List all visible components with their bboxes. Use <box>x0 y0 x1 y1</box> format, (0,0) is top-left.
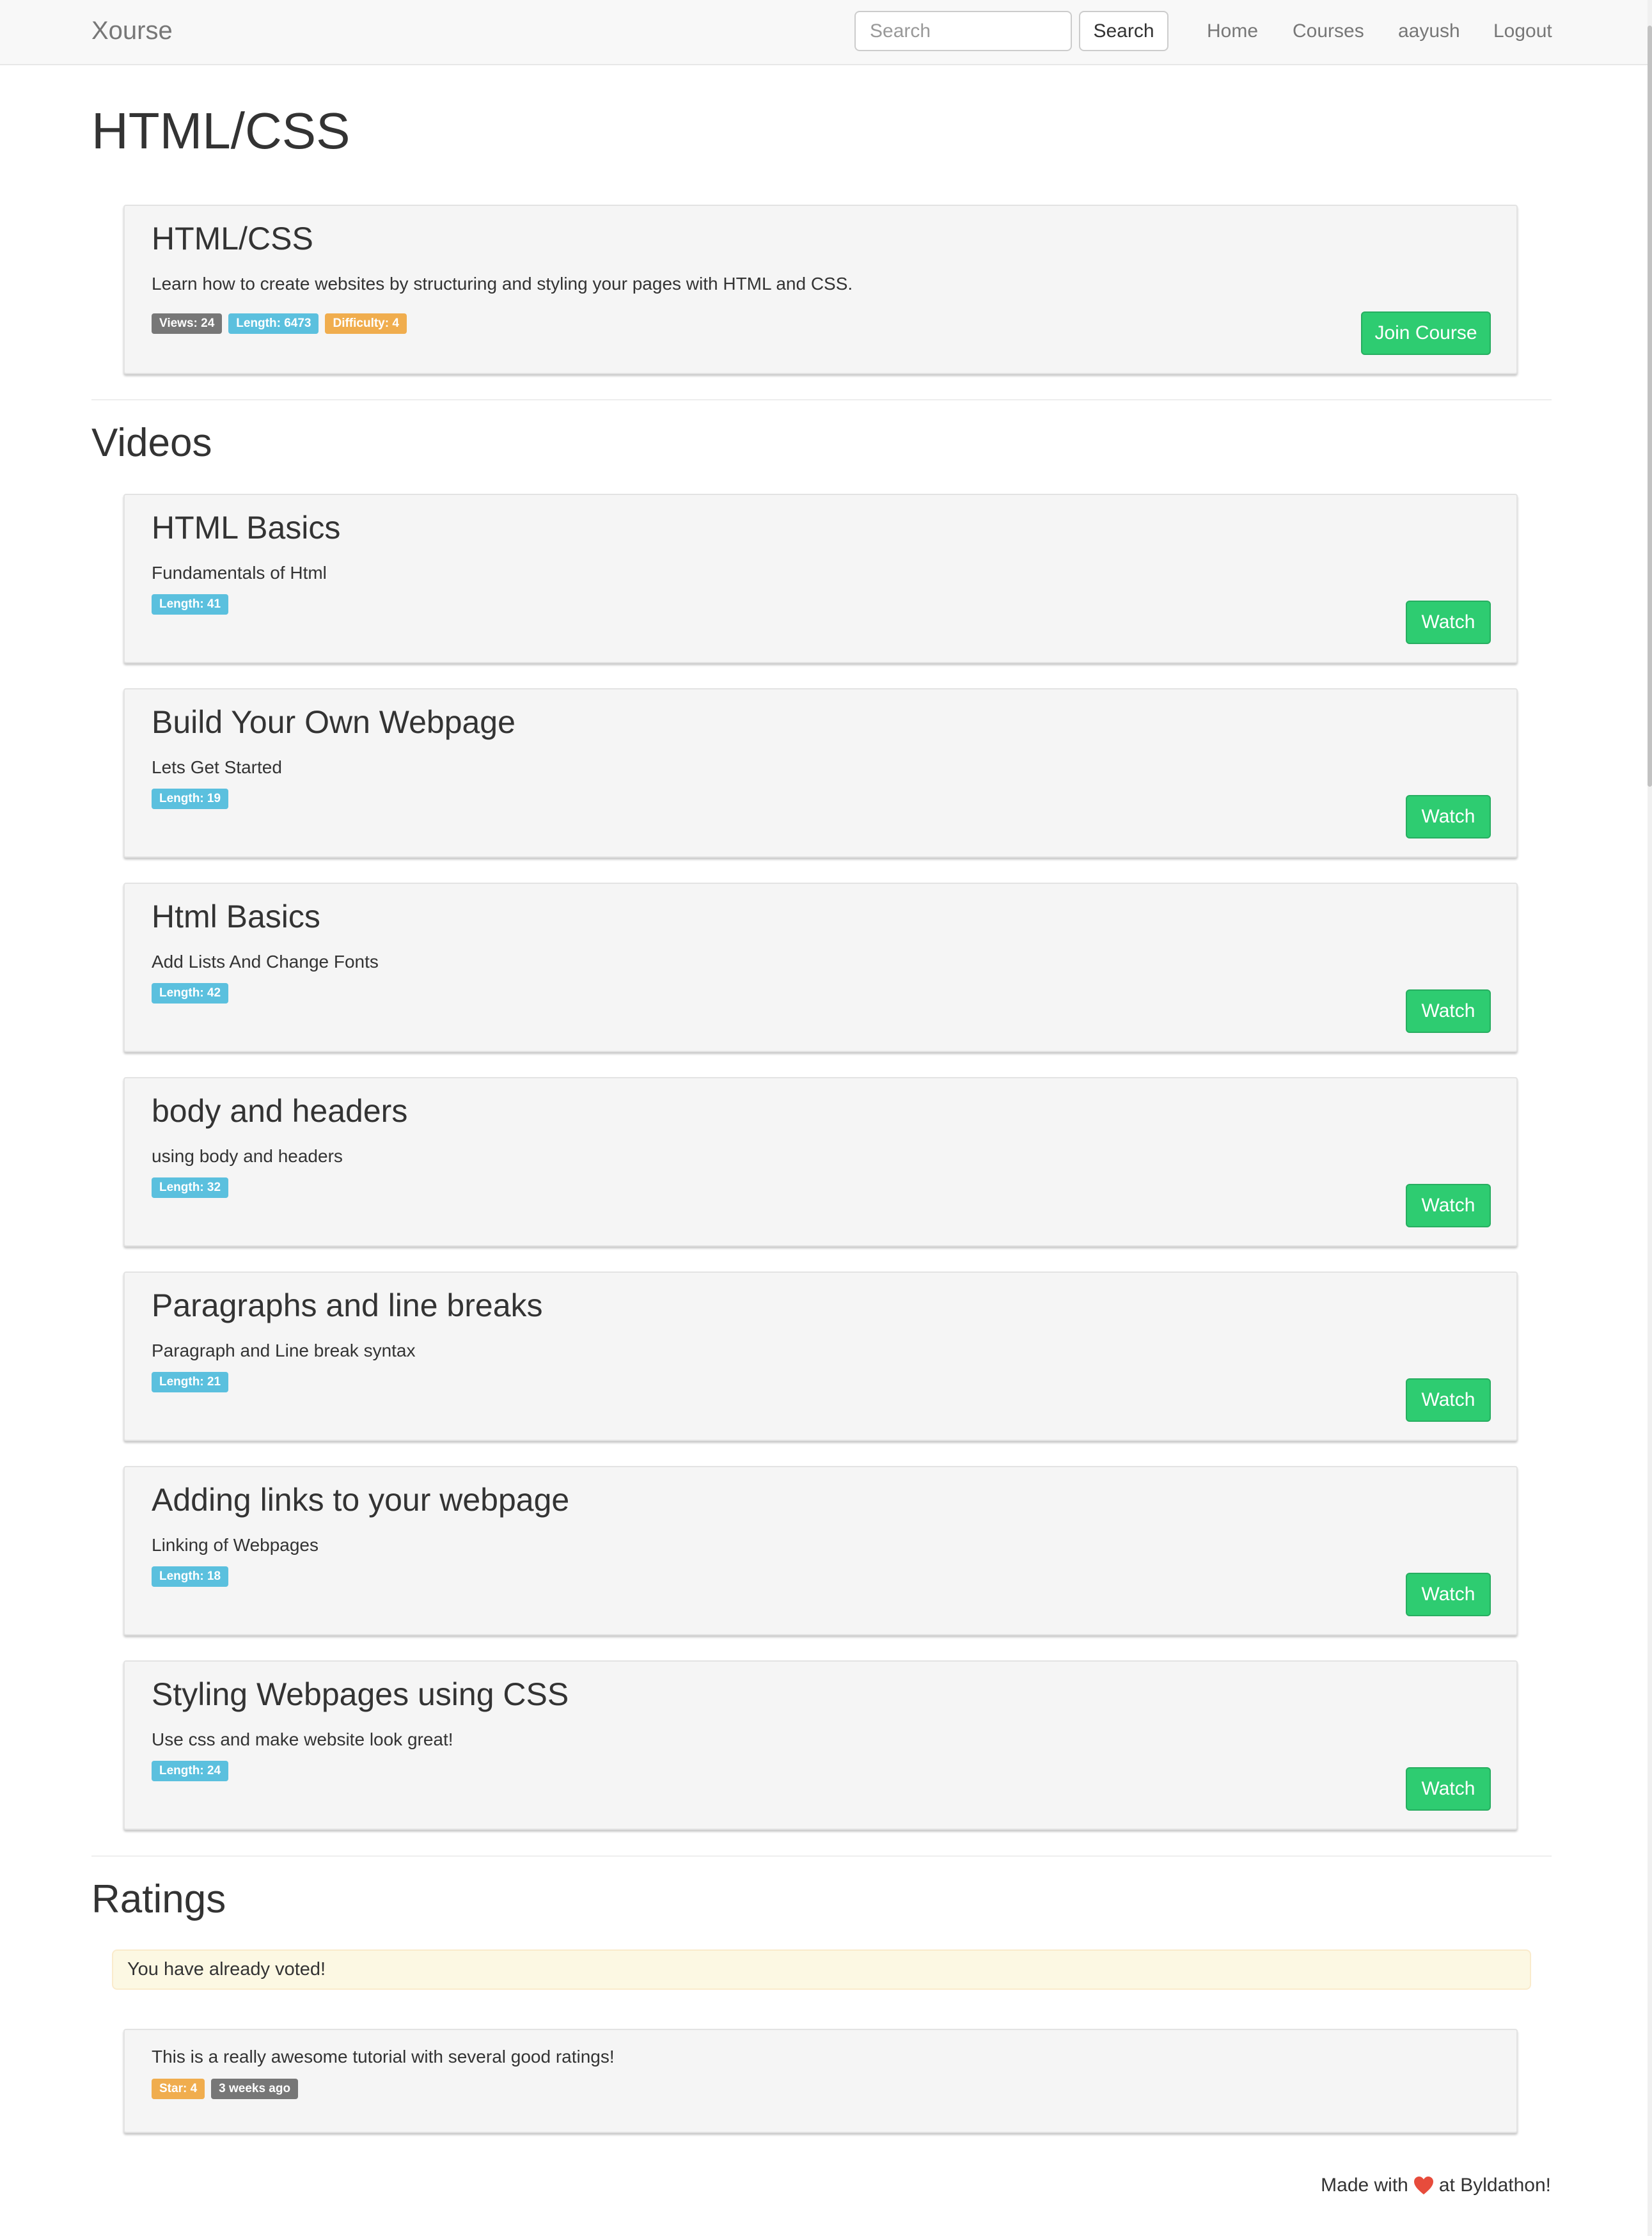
scrollbar-thumb[interactable] <box>1648 26 1652 787</box>
video-badges: Length: 32 <box>152 1177 229 1198</box>
page-title: HTML/CSS <box>91 102 350 159</box>
course-card: HTML/CSS Learn how to create websites by… <box>123 205 1518 374</box>
search-button[interactable]: Search <box>1079 11 1168 51</box>
video-title: Styling Webpages using CSS <box>152 1676 569 1712</box>
rating-card: This is a really awesome tutorial with s… <box>123 2029 1518 2133</box>
time-badge: 3 weeks ago <box>211 2079 299 2099</box>
already-voted-alert: You have already voted! <box>112 1949 1531 1990</box>
video-title: body and headers <box>152 1093 408 1129</box>
video-card: Build Your Own Webpage Lets Get Started Le… <box>123 688 1518 858</box>
nav-user[interactable]: aayush <box>1398 20 1460 42</box>
length-badge: Length: 19 <box>152 789 229 809</box>
video-title: Build Your Own Webpage <box>152 704 515 740</box>
video-title: Html Basics <box>152 899 320 934</box>
views-badge: Views: 24 <box>152 313 223 334</box>
videos-heading: Videos <box>91 421 212 465</box>
join-course-button[interactable]: Join Course <box>1361 311 1491 355</box>
heart-icon <box>1413 2177 1433 2194</box>
course-title: HTML/CSS <box>152 221 313 256</box>
watch-button[interactable]: Watch <box>1406 1767 1491 1811</box>
video-badges: Length: 24 <box>152 1761 229 1781</box>
rating-badges: Star: 4 3 weeks ago <box>152 2079 299 2099</box>
video-badges: Length: 19 <box>152 789 229 809</box>
rating-text: This is a really awesome tutorial with s… <box>152 2047 615 2067</box>
video-title: Paragraphs and line breaks <box>152 1287 543 1323</box>
watch-button[interactable]: Watch <box>1406 1573 1491 1616</box>
alert-text: You have already voted! <box>127 1959 326 1980</box>
divider <box>91 1855 1552 1857</box>
video-card: HTML Basics Fundamentals of Html Length: 4… <box>123 494 1518 663</box>
length-badge: Length: 32 <box>152 1177 229 1198</box>
nav-logout[interactable]: Logout <box>1493 20 1552 42</box>
length-badge: Length: 18 <box>152 1566 229 1587</box>
video-title: Adding links to your webpage <box>152 1482 570 1518</box>
video-description: Paragraph and Line break syntax <box>152 1341 416 1360</box>
ratings-heading: Ratings <box>91 1877 226 1921</box>
search-input[interactable] <box>854 11 1072 51</box>
length-badge: Length: 41 <box>152 594 229 615</box>
video-card: body and headers using body and headers Le… <box>123 1077 1518 1247</box>
length-badge: Length: 21 <box>152 1372 229 1392</box>
watch-button[interactable]: Watch <box>1406 1184 1491 1227</box>
video-description: Lets Get Started <box>152 757 282 777</box>
length-badge: Length: 6473 <box>228 313 319 334</box>
course-badges: Views: 24 Length: 6473 Difficulty: 4 <box>152 313 407 334</box>
video-description: using body and headers <box>152 1146 343 1166</box>
course-description: Learn how to create websites by structur… <box>152 274 853 294</box>
video-card: Html Basics Add Lists And Change Fonts Len… <box>123 883 1518 1052</box>
video-badges: Length: 41 <box>152 594 229 615</box>
video-badges: Length: 18 <box>152 1566 229 1587</box>
divider <box>91 399 1552 400</box>
star-badge: Star: 4 <box>152 2079 205 2099</box>
video-title: HTML Basics <box>152 510 341 546</box>
video-card: Adding links to your webpage Linking of W… <box>123 1466 1518 1635</box>
navbar: Xourse Search Home Courses aayush Logout <box>0 0 1648 65</box>
length-badge: Length: 42 <box>152 983 229 1004</box>
video-badges: Length: 21 <box>152 1372 229 1392</box>
difficulty-badge: Difficulty: 4 <box>325 313 407 334</box>
watch-button[interactable]: Watch <box>1406 795 1491 838</box>
video-description: Fundamentals of Html <box>152 563 327 583</box>
brand-logo[interactable]: Xourse <box>91 17 173 45</box>
footer-suffix: at Byldathon! <box>1438 2175 1551 2196</box>
video-card: Paragraphs and line breaks Paragraph and … <box>123 1272 1518 1441</box>
video-description: Add Lists And Change Fonts <box>152 952 379 972</box>
watch-button[interactable]: Watch <box>1406 1378 1491 1422</box>
video-badges: Length: 42 <box>152 983 229 1004</box>
video-description: Linking of Webpages <box>152 1535 319 1555</box>
nav-courses[interactable]: Courses <box>1293 20 1364 42</box>
length-badge: Length: 24 <box>152 1761 229 1781</box>
footer-prefix: Made with <box>1321 2175 1408 2196</box>
watch-button[interactable]: Watch <box>1406 601 1491 644</box>
video-description: Use css and make website look great! <box>152 1729 453 1749</box>
watch-button[interactable]: Watch <box>1406 989 1491 1033</box>
footer: Made with at Byldathon! <box>1321 2175 1551 2196</box>
video-card: Styling Webpages using CSS Use css and ma… <box>123 1660 1518 1830</box>
nav-home[interactable]: Home <box>1207 20 1258 42</box>
